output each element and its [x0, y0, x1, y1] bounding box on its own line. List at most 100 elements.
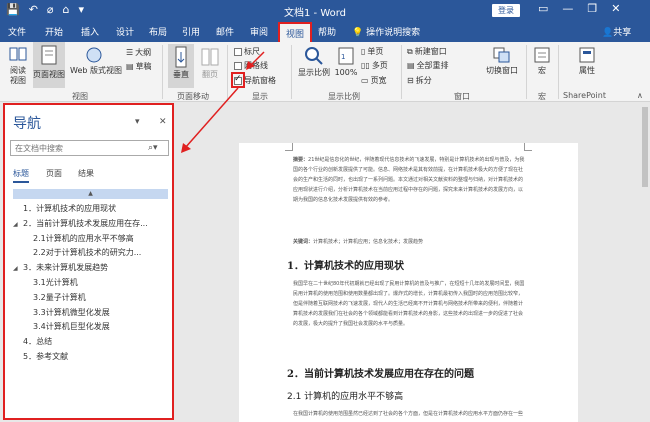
login-button[interactable]: 登录	[492, 4, 520, 17]
views-group-label: 视图	[72, 92, 88, 101]
nav-heading-text: 1．计算机技术的应用现状	[23, 204, 117, 213]
nav-heading-item[interactable]: 3.2量子计算机	[23, 292, 168, 303]
nav-heading-item[interactable]: 2.2对于计算机技术的研究力...	[23, 247, 168, 258]
expand-collapse-icon[interactable]: ◢	[13, 221, 23, 228]
zoom-100-button[interactable]: 1 100%	[334, 46, 358, 78]
switch-windows-button[interactable]: 切换窗口	[482, 46, 522, 76]
properties-label: 属性	[579, 66, 595, 75]
nav-heading-item[interactable]: 2.1计算机的应用水平不够高	[23, 233, 168, 244]
zoom-label: 显示比例	[298, 68, 330, 77]
tell-me-search[interactable]: 💡 操作说明搜索	[352, 25, 420, 38]
expand-collapse-icon[interactable]: ◢	[13, 265, 23, 272]
nav-tab-pages[interactable]: 页面	[46, 168, 62, 179]
nav-heading-item[interactable]: 3.4计算机巨型化发展	[23, 321, 168, 332]
tab-review[interactable]: 审阅	[250, 25, 268, 38]
nav-tab-results[interactable]: 结果	[78, 168, 94, 179]
body-paragraph-1: 我国早在二十世纪80年代初期就已经出现了民用计算机的普及与推广，在短短十几年的发…	[293, 281, 525, 327]
web-layout-button[interactable]: Web 版式视图	[68, 66, 124, 76]
side-to-side-button[interactable]: 翻页	[198, 44, 222, 80]
nav-options-icon[interactable]: ▾	[135, 117, 140, 127]
print-layout-label: 页面视图	[33, 70, 65, 79]
page-width-label: 页宽	[370, 76, 387, 85]
close-icon[interactable]: ✕	[611, 2, 620, 15]
nav-heading-item[interactable]: ◢ 3．未来计算机发展趋势	[13, 262, 168, 273]
one-page-icon: ▯	[361, 47, 366, 56]
read-mode-icon	[9, 47, 27, 61]
window-group-label: 窗口	[454, 92, 470, 101]
zoom-100-label: 100%	[334, 68, 358, 77]
search-icon[interactable]: ⌕▾	[148, 143, 158, 153]
nav-heading-item[interactable]: 3.3计算机微型化发展	[23, 307, 168, 318]
home-icon[interactable]: ⌂	[63, 3, 70, 16]
outline-button[interactable]: ☰ 大纲	[126, 47, 151, 58]
vertical-label: 垂直	[173, 70, 189, 79]
minimize-icon[interactable]: —	[562, 2, 573, 15]
tab-help[interactable]: 帮助	[318, 25, 336, 38]
ribbon-tab-bar: 文件 开始 插入 设计 布局 引用 邮件 审阅 视图 帮助 💡 操作说明搜索 👤…	[0, 22, 650, 42]
tab-insert[interactable]: 插入	[81, 25, 99, 38]
split-button[interactable]: ⊟ 拆分	[407, 75, 432, 86]
tell-me-label: 操作说明搜索	[366, 28, 421, 38]
tab-mailings[interactable]: 邮件	[216, 25, 234, 38]
save-icon[interactable]: 💾	[6, 3, 20, 16]
nav-search-input[interactable]	[10, 140, 169, 156]
macros-button[interactable]: 宏	[530, 46, 554, 76]
print-layout-icon	[41, 45, 57, 65]
tab-layout[interactable]: 布局	[149, 25, 167, 38]
one-page-button[interactable]: ▯ 单页	[361, 46, 383, 57]
separator	[401, 45, 402, 99]
page-width-button[interactable]: ▭ 页宽	[361, 75, 387, 86]
nav-heading-item[interactable]: 3.1光计算机	[23, 277, 168, 288]
keywords-paragraph: 关键词：计算机技术；计算机应用；信息化技术；发展趋势	[293, 237, 527, 247]
web-layout-icon	[86, 47, 102, 63]
separator	[291, 45, 292, 99]
redo-icon[interactable]: ⌀	[47, 3, 54, 16]
arrange-all-button[interactable]: ▤ 全部重排	[407, 60, 449, 71]
tab-view[interactable]: 视图	[278, 22, 313, 42]
customize-icon[interactable]: ▾	[79, 3, 85, 16]
tab-file[interactable]: 文件	[8, 25, 26, 38]
document-page[interactable]: 摘要：21世纪是信息化的世纪，伴随着现代信息技术的飞速发展，特别是计算机技术的出…	[239, 143, 578, 422]
window-controls: ▭ — ❐ ✕	[538, 2, 621, 15]
ribbon-display-icon[interactable]: ▭	[538, 2, 548, 15]
tab-design[interactable]: 设计	[116, 25, 134, 38]
quick-access-toolbar: 💾 ↶ ⌀ ⌂ ▾	[6, 3, 84, 16]
scrollbar-thumb[interactable]	[642, 107, 648, 187]
draft-button[interactable]: ▤ 草稿	[126, 61, 152, 72]
tab-home[interactable]: 开始	[45, 25, 63, 38]
print-layout-button[interactable]: 页面视图	[33, 42, 65, 88]
nav-heading-item[interactable]: 1．计算机技术的应用现状	[13, 203, 168, 214]
collapse-all-icon[interactable]: ▲	[13, 189, 168, 199]
web-layout-label: Web 版式视图	[70, 66, 122, 75]
split-label: 拆分	[415, 76, 432, 85]
tab-references[interactable]: 引用	[182, 25, 200, 38]
vertical-button[interactable]: 垂直	[168, 44, 194, 88]
split-icon: ⊟	[407, 76, 414, 85]
nav-heading-item[interactable]: 5．参考文献	[13, 351, 168, 362]
nav-heading-text: 2．当前计算机技术发展应用在存...	[23, 218, 148, 228]
nav-close-icon[interactable]: ✕	[159, 117, 167, 127]
side-to-side-label: 翻页	[202, 70, 218, 79]
gridlines-checkbox[interactable]: 网格线	[234, 60, 268, 71]
vertical-scrollbar[interactable]	[640, 103, 650, 422]
ribbon-view: 阅读视图 页面视图 Web 版式视图 ☰ 大纲 ▤ 草稿 视图 垂直 翻页 页面移动…	[0, 42, 650, 102]
zoom-button[interactable]: 显示比例	[296, 46, 332, 78]
ruler-checkbox[interactable]: 标尺	[234, 46, 260, 57]
share-button[interactable]: 👤共享	[602, 25, 631, 38]
abstract-text: 21世纪是信息化的世纪，伴随着现代信息技术的飞速发展，特别是计算机技术的出现与普…	[293, 157, 525, 203]
new-window-button[interactable]: ⧉ 新建窗口	[407, 46, 447, 57]
collapse-ribbon-icon[interactable]: ∧	[637, 91, 643, 100]
restore-icon[interactable]: ❐	[587, 2, 597, 15]
nav-heading-text: 2.2对于计算机技术的研究力...	[33, 248, 142, 258]
nav-heading-item[interactable]: 4．总结	[13, 336, 168, 347]
separator	[558, 45, 559, 99]
multi-page-button[interactable]: ▯▯ 多页	[361, 60, 388, 71]
properties-icon	[579, 47, 595, 63]
properties-button[interactable]: 属性	[572, 46, 602, 76]
read-mode-button[interactable]: 阅读视图	[4, 44, 32, 86]
nav-heading-text: 3．未来计算机发展趋势	[23, 263, 109, 273]
draft-label: 草稿	[135, 62, 152, 71]
undo-icon[interactable]: ↶	[29, 3, 38, 16]
nav-heading-item[interactable]: ◢ 2．当前计算机技术发展应用在存...	[13, 218, 168, 229]
nav-tab-headings[interactable]: 标题	[13, 168, 29, 183]
